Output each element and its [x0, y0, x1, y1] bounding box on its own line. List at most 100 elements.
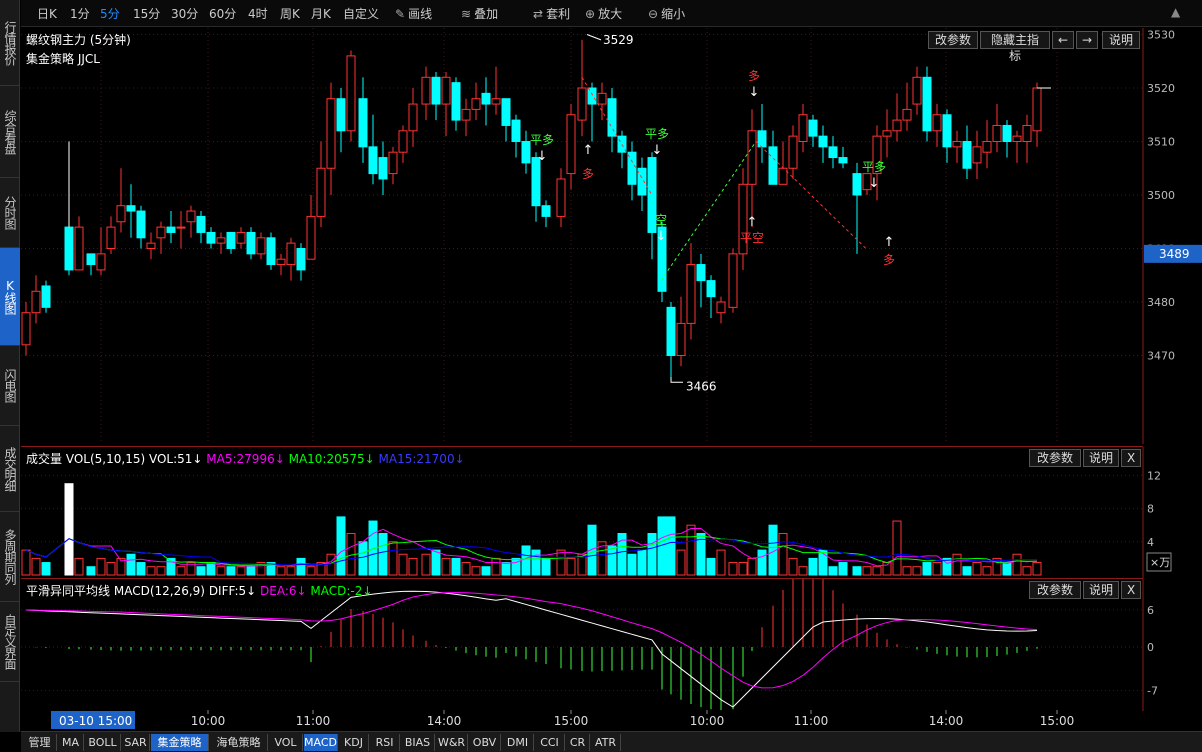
candle-body: [286, 242, 296, 266]
candle-body: [336, 98, 346, 132]
candle-body: [408, 103, 418, 132]
indicator-tab-obv[interactable]: OBV: [469, 734, 501, 751]
zoom-out-label: 缩小: [661, 7, 686, 21]
side-tab-timeshare[interactable]: 分时图: [0, 178, 20, 248]
price-tick-label: 3500: [1147, 189, 1175, 202]
kline-chart[interactable]: 353035203510350034903480347035293466平多↓平…: [21, 28, 1202, 444]
contract-title: 螺纹钢主力 (5分钟): [26, 33, 131, 47]
indicator-tab-sar[interactable]: SAR: [122, 734, 150, 751]
volume-bar: [358, 541, 368, 576]
side-tab-custom[interactable]: 自定义界面: [0, 602, 20, 682]
arrow-left-button[interactable]: ←: [1052, 31, 1074, 49]
candle-body: [196, 215, 206, 233]
period-month[interactable]: 月K: [311, 5, 331, 22]
indicator-tab-0[interactable]: 管理: [23, 734, 57, 751]
zoom-in-label: 放大: [598, 7, 623, 21]
volume-params-button[interactable]: 改参数: [1029, 449, 1081, 467]
macd-label: 平滑异同平均线: [26, 584, 111, 598]
main-help-button[interactable]: 说明: [1102, 31, 1140, 49]
period-custom[interactable]: 自定义: [343, 5, 379, 22]
side-tab-overview[interactable]: 综合看盘: [0, 86, 20, 178]
signal-short: 空: [655, 213, 667, 227]
indicator-tab-boll[interactable]: BOLL: [85, 734, 121, 751]
candle-body: [96, 253, 106, 271]
volume-help-button[interactable]: 说明: [1083, 449, 1119, 467]
candle-body: [778, 167, 788, 185]
side-tab-flash[interactable]: 闪电图: [0, 346, 20, 426]
side-tab-bar: 行情报价 综合看盘 分时图 K线图 闪电图 成交明细 多周期同列 自定义界面: [0, 0, 20, 732]
period-1min[interactable]: 1分: [70, 5, 90, 22]
low-marker-line: [670, 376, 683, 383]
indicator-tab-cci[interactable]: CCI: [535, 734, 565, 751]
period-15min[interactable]: 15分: [133, 5, 160, 22]
signal-arrow-icon: ↑: [583, 143, 594, 158]
main-params-button[interactable]: 改参数: [928, 31, 978, 49]
indicator-tab-kdj[interactable]: KDJ: [339, 734, 369, 751]
zoom-in-button[interactable]: ⊕ 放大: [585, 5, 622, 22]
indicator-tab-5[interactable]: 海龟策略: [210, 734, 268, 751]
candle-body: [798, 114, 808, 142]
period-5min[interactable]: 5分: [100, 5, 120, 22]
volume-bar: [306, 566, 316, 576]
side-tab-ticks[interactable]: 成交明细: [0, 426, 20, 512]
draw-line-button[interactable]: ✎ 画线: [395, 5, 432, 22]
signal-arrow-icon: ↑: [884, 235, 895, 250]
macd-params-button[interactable]: 改参数: [1029, 581, 1081, 599]
volume-tick-label: 8: [1147, 503, 1154, 516]
indicator-tab-rsi[interactable]: RSI: [370, 734, 400, 751]
side-tab-quotes[interactable]: 行情报价: [0, 0, 20, 86]
volume-bar: [531, 549, 541, 576]
indicator-tab-atr[interactable]: ATR: [591, 734, 621, 751]
indicator-tab-bar: 管理 MA BOLL SAR 集金策略 海龟策略 VOL MACD KDJ RSI BIAS W&R O…: [21, 731, 1202, 752]
volume-bar: [912, 566, 922, 576]
macd-help-button[interactable]: 说明: [1083, 581, 1119, 599]
hide-main-indicator-button[interactable]: 隐藏主指标: [980, 31, 1050, 63]
indicator-tab-wr[interactable]: W&R: [436, 734, 468, 751]
indicator-tab-dmi[interactable]: DMI: [502, 734, 534, 751]
volume-bar: [676, 549, 686, 576]
overlay-button[interactable]: ≋ 叠加: [461, 5, 498, 22]
candle-body: [1012, 135, 1022, 143]
period-60min[interactable]: 60分: [209, 5, 236, 22]
period-4h[interactable]: 4时: [248, 5, 268, 22]
side-tab-multiperiod[interactable]: 多周期同列: [0, 512, 20, 602]
volume-bar: [872, 566, 882, 576]
candle-body: [892, 119, 902, 132]
volume-bar: [86, 566, 96, 576]
macd-close-button[interactable]: X: [1121, 581, 1141, 599]
candle-body: [501, 98, 511, 126]
zoom-out-button[interactable]: ⊖ 缩小: [648, 5, 685, 22]
candle-body: [1022, 124, 1032, 142]
signal-close-long: 平多: [530, 133, 554, 147]
indicator-tab-4[interactable]: 集金策略: [151, 734, 209, 751]
candle-body: [511, 119, 521, 142]
candle-body: [912, 76, 922, 105]
collapse-up-icon[interactable]: ▲: [1171, 5, 1180, 22]
indicator-tab-bias[interactable]: BIAS: [401, 734, 435, 751]
volume-bar: [1032, 562, 1042, 576]
candle-body: [992, 124, 1002, 142]
indicator-tab-cr[interactable]: CR: [566, 734, 590, 751]
candle-body: [146, 242, 156, 249]
indicator-tab-macd[interactable]: MACD: [304, 734, 338, 751]
volume-bar: [421, 553, 431, 576]
signal-long: 多: [582, 167, 594, 181]
period-week[interactable]: 周K: [280, 5, 300, 22]
macd-diff-line: [25, 590, 1038, 708]
high-marker-line: [586, 34, 602, 41]
arbitrage-button[interactable]: ⇄ 套利: [533, 5, 570, 22]
time-label: 14:00: [929, 714, 964, 728]
volume-bar: [296, 557, 306, 576]
candle-body: [577, 87, 587, 121]
arrow-right-button[interactable]: →: [1076, 31, 1098, 49]
side-tab-kline[interactable]: K线图: [0, 248, 20, 346]
candle-body: [666, 306, 676, 357]
period-day[interactable]: 日K: [37, 5, 57, 22]
indicator-tab-ma[interactable]: MA: [58, 734, 84, 751]
period-30min[interactable]: 30分: [171, 5, 198, 22]
volume-close-button[interactable]: X: [1121, 449, 1141, 467]
candle-body: [1002, 124, 1012, 142]
indicator-tab-vol[interactable]: VOL: [269, 734, 303, 751]
volume-bar: [647, 533, 657, 576]
toolbar: 日K 1分 5分 15分 30分 60分 4时 周K 月K 自定义 ✎ 画线 ≋ 叠…: [21, 0, 1202, 27]
